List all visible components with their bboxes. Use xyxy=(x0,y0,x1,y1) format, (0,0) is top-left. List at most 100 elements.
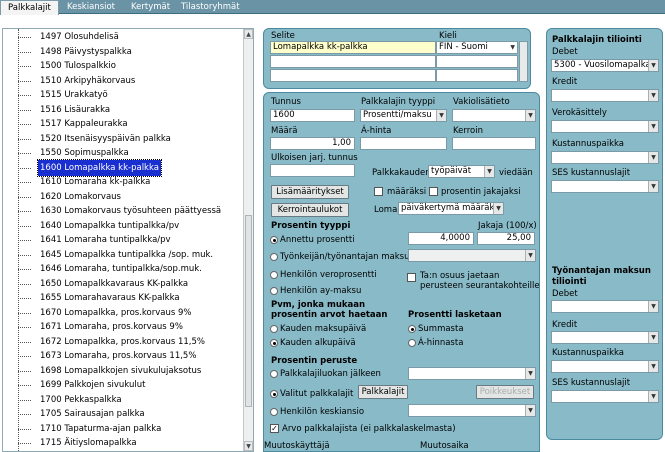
tree-connector xyxy=(18,153,31,154)
chevron-down-icon: ▼ xyxy=(525,368,535,379)
muutosaika-label: Muutosaika xyxy=(420,441,469,451)
kauden-alkupaiva-label: Kauden alkupäivä xyxy=(280,338,356,348)
scroll-down-icon[interactable]: ▼ xyxy=(244,441,253,451)
chevron-down-icon: ▼ xyxy=(648,152,658,163)
tyonantaja-maksu-radio[interactable] xyxy=(270,253,278,261)
maara-input[interactable]: 1,00 xyxy=(270,137,355,150)
loma-label: Loma xyxy=(374,205,398,215)
ses-select[interactable]: ▼ xyxy=(551,180,659,193)
annettu-prosentti-radio[interactable] xyxy=(270,236,278,244)
kustannuspaikka2-select[interactable]: ▼ xyxy=(551,360,659,373)
palkkalajiluokka-select[interactable]: ▼ xyxy=(408,367,536,380)
loma-select[interactable]: päiväkertymä määräksi ▼ xyxy=(398,202,504,215)
ahinta-input[interactable] xyxy=(360,137,447,150)
selite-label: Selite xyxy=(271,31,295,41)
valitut-palkkalajit-radio[interactable] xyxy=(270,390,278,398)
henkilon-ay-maksu-label: Henkilön ay-maksu xyxy=(280,286,362,296)
ahinta-label: Á-hinta xyxy=(361,126,392,136)
arvo-palkkalajista-checkbox[interactable]: ✓ xyxy=(270,424,279,433)
tree-scrollbar[interactable]: ▲ ▼ xyxy=(243,29,253,451)
tab-palkkalajit[interactable]: Palkkalajit xyxy=(0,0,59,15)
arvo-palkkalajista-label: Arvo palkkalajista (ei palkkalaskelmasta… xyxy=(282,424,456,434)
kieli-select-3[interactable] xyxy=(436,69,518,82)
chevron-down-icon: ▼ xyxy=(525,405,535,416)
kauden-alkupaiva-radio[interactable] xyxy=(270,339,278,347)
chevron-down-icon: ▼ xyxy=(484,166,494,177)
henkilon-keskiansio-radio[interactable] xyxy=(270,408,278,416)
maaraksi-checkbox[interactable] xyxy=(374,187,383,196)
tree-connector xyxy=(18,356,31,357)
chevron-down-icon: ▼ xyxy=(648,90,658,101)
ses2-select[interactable]: ▼ xyxy=(551,390,659,403)
vakio-select[interactable]: ▼ xyxy=(452,109,536,122)
ahinnasta-label: Á-hinnasta xyxy=(418,338,464,348)
kieli-select[interactable]: FIN - Suomi ▼ xyxy=(436,41,518,54)
kredit2-label: Kredit xyxy=(552,320,578,330)
kustannuspaikka-select[interactable]: ▼ xyxy=(551,151,659,164)
jakaja-input[interactable]: 25,00 xyxy=(477,232,535,245)
chevron-down-icon: ▼ xyxy=(648,121,658,132)
chevron-down-icon: ▼ xyxy=(648,60,658,71)
tab-keskiansiot[interactable]: Keskiansiot xyxy=(60,0,122,14)
henkilon-ay-maksu-radio[interactable] xyxy=(270,287,278,295)
tan-osuus-checkbox[interactable] xyxy=(407,273,416,282)
tree-connector xyxy=(18,138,31,140)
summasta-label: Summasta xyxy=(418,324,464,334)
tree-item-label: 1715 Äitiyslomapalkka xyxy=(40,438,137,448)
palkkalajiluokan-jalkeen-radio[interactable] xyxy=(270,370,278,378)
scroll-thumb[interactable] xyxy=(245,215,252,407)
palkkalaji-tree[interactable]: 1497 Olosuhdelisä 1498 Päivystyspalkka 150… xyxy=(2,28,254,452)
ahinnasta-radio[interactable] xyxy=(408,339,416,347)
prosentti-lasketaan-title: Prosentti lasketaan xyxy=(408,310,502,320)
maaraksi-label: määräksi xyxy=(387,187,427,197)
scroll-up-icon[interactable]: ▲ xyxy=(244,29,253,39)
kieli-select-2[interactable] xyxy=(436,55,518,68)
tree-connector xyxy=(18,312,31,314)
selite-input[interactable]: Lomapalkka kk-palkka xyxy=(270,41,436,54)
summasta-radio[interactable] xyxy=(408,325,416,333)
kieli-label: Kieli xyxy=(439,31,457,41)
tree-connector xyxy=(18,225,31,227)
kredit2-select[interactable]: ▼ xyxy=(551,331,659,344)
palkkakauden-select[interactable]: työpäivät ▼ xyxy=(428,165,495,178)
tyonantaja-title-2: tiliointi xyxy=(552,277,587,287)
tree-connector xyxy=(18,327,31,328)
maksu-select[interactable]: ▼ xyxy=(408,249,536,262)
kerroin-input[interactable] xyxy=(452,137,536,150)
chevron-down-icon: ▼ xyxy=(648,391,658,402)
ses-label: SES kustannuslajit xyxy=(552,168,631,178)
kustannuspaikka-label: Kustannuspaikka xyxy=(552,139,624,149)
selite-input-2[interactable] xyxy=(270,55,436,68)
tree-connector xyxy=(18,167,31,169)
tyyppi-select[interactable]: Prosentti/maksu ▼ xyxy=(360,109,447,122)
tree-connector xyxy=(18,95,31,96)
lisamaaritykset-button[interactable]: Lisämääritykset xyxy=(271,185,349,199)
tree-connector xyxy=(18,254,31,256)
prosentin-tyyppi-title: Prosentin tyyppi xyxy=(271,221,351,231)
kauden-maksupaiva-radio[interactable] xyxy=(270,325,278,333)
palkkalajiluokan-jalkeen-label: Palkkalajiluokan jälkeen xyxy=(280,369,381,379)
tab-tilastoryhmat[interactable]: Tilastoryhmät xyxy=(174,0,247,14)
prosentin-jakajaksi-label: prosentin jakajaksi xyxy=(441,187,521,197)
chevron-down-icon: ▼ xyxy=(436,110,446,121)
poikkeukset-button[interactable]: Poikkeukset xyxy=(476,385,534,399)
selite-input-3[interactable] xyxy=(270,69,436,82)
debet-select[interactable]: 5300 - Vuosilomapalkat ▼ xyxy=(551,59,659,72)
prosentin-jakajaksi-checkbox[interactable] xyxy=(429,187,438,196)
kredit-select[interactable]: ▼ xyxy=(551,89,659,102)
debet2-select[interactable]: ▼ xyxy=(551,300,659,313)
palkkalajit-button[interactable]: Palkkalajit xyxy=(358,385,408,399)
tree-connector xyxy=(18,182,31,183)
tree-connector xyxy=(18,370,31,372)
desc-scrollbar[interactable] xyxy=(519,41,528,82)
tab-kertymat[interactable]: Kertymät xyxy=(124,0,177,14)
debet2-label: Debet xyxy=(552,289,578,299)
tunnus-input[interactable]: 1600 xyxy=(270,109,355,122)
prosentti-input[interactable]: 4,0000 xyxy=(408,232,474,245)
tab-bar: Palkkalajit Keskiansiot Kertymät Tilasto… xyxy=(0,0,665,15)
ulkoinen-input[interactable] xyxy=(270,164,355,177)
verokasittely-select[interactable]: ▼ xyxy=(551,120,659,133)
henkilon-veroprosentti-radio[interactable] xyxy=(270,271,278,279)
kerrointaulukot-button[interactable]: Kerrointaulukot xyxy=(271,203,349,217)
keskiansio-select[interactable]: ▼ xyxy=(408,404,536,417)
